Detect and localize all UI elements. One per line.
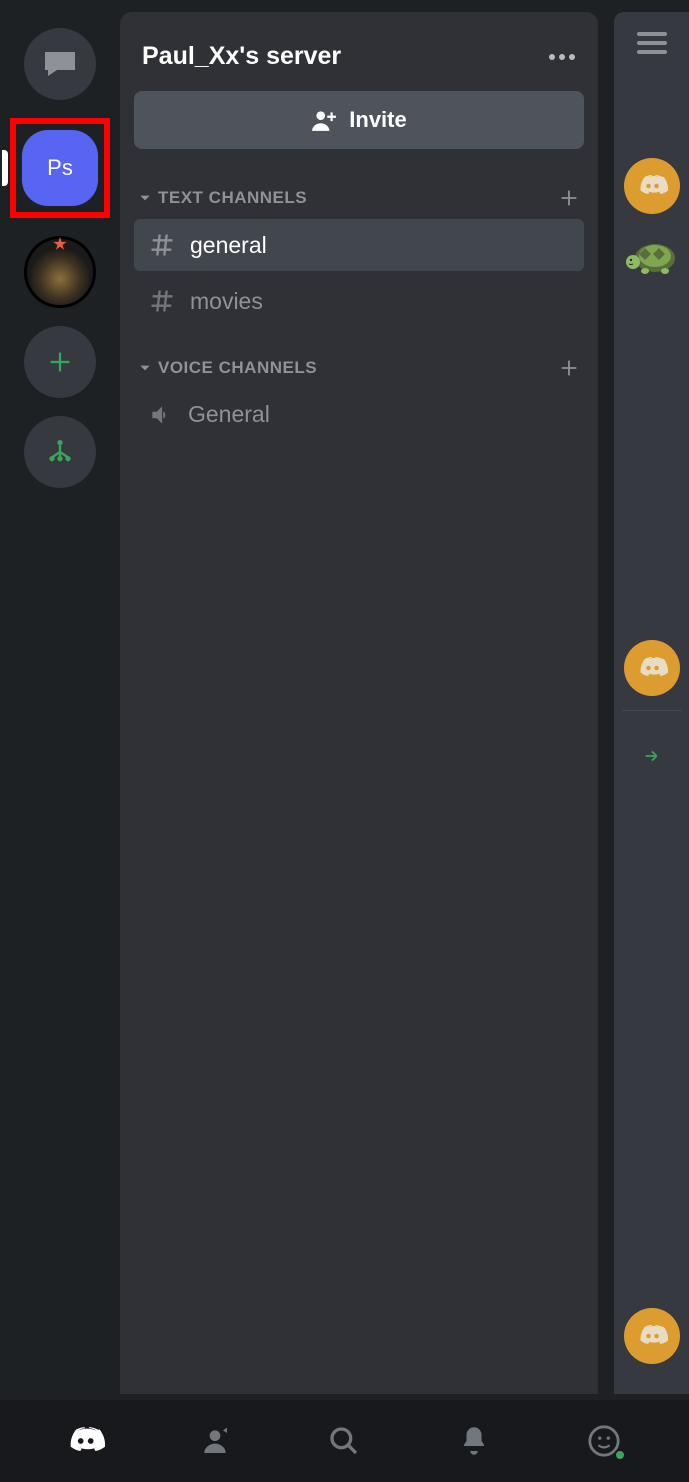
nav-profile[interactable] bbox=[584, 1421, 624, 1461]
status-online-indicator bbox=[614, 1449, 626, 1461]
server-other-avatar bbox=[24, 236, 96, 308]
friend-wave-icon bbox=[199, 1425, 231, 1457]
member-list-panel bbox=[614, 12, 689, 1394]
more-horizontal-icon bbox=[548, 53, 576, 61]
voice-channels-category[interactable]: VOICE CHANNELS bbox=[134, 351, 584, 385]
nav-search[interactable] bbox=[324, 1421, 364, 1461]
direct-messages-button[interactable] bbox=[24, 28, 96, 100]
add-voice-channel-button[interactable] bbox=[558, 357, 580, 379]
plus-icon bbox=[46, 348, 74, 376]
text-channels-category[interactable]: TEXT CHANNELS bbox=[134, 181, 584, 215]
channel-name: General bbox=[188, 401, 270, 428]
explore-tree-icon bbox=[44, 436, 76, 468]
voice-channel-general[interactable]: General bbox=[134, 389, 584, 440]
add-server-button[interactable] bbox=[24, 326, 96, 398]
member-avatar[interactable] bbox=[624, 158, 680, 214]
server-ps-selected[interactable]: Ps bbox=[10, 118, 110, 218]
bell-icon bbox=[459, 1424, 489, 1458]
invite-button[interactable]: Invite bbox=[134, 91, 584, 149]
chat-bubble-icon bbox=[42, 49, 78, 79]
chevron-down-icon bbox=[138, 191, 152, 205]
hash-icon bbox=[148, 231, 176, 259]
member-list-toggle[interactable] bbox=[637, 32, 667, 54]
discord-logo-icon bbox=[636, 1324, 668, 1348]
discord-logo-icon bbox=[636, 174, 668, 198]
add-text-channel-button[interactable] bbox=[558, 187, 580, 209]
chevron-down-icon bbox=[138, 361, 152, 375]
nav-friends[interactable] bbox=[195, 1421, 235, 1461]
server-ps-avatar: Ps bbox=[22, 130, 98, 206]
arrow-right-icon[interactable] bbox=[641, 745, 663, 767]
nav-home[interactable] bbox=[65, 1421, 105, 1461]
server-more-button[interactable] bbox=[548, 53, 576, 61]
search-icon bbox=[328, 1425, 360, 1457]
server-other[interactable] bbox=[24, 236, 96, 308]
invite-person-icon bbox=[311, 109, 337, 131]
panel-header: Paul_Xx's server bbox=[134, 32, 584, 91]
server-title[interactable]: Paul_Xx's server bbox=[142, 42, 341, 71]
speaker-icon bbox=[148, 402, 174, 428]
bottom-nav bbox=[0, 1400, 689, 1482]
channel-name: movies bbox=[190, 288, 263, 315]
discord-logo-icon bbox=[65, 1426, 105, 1456]
channel-general[interactable]: general bbox=[134, 219, 584, 271]
divider bbox=[622, 710, 682, 711]
member-avatar[interactable] bbox=[624, 1308, 680, 1364]
nav-notifications[interactable] bbox=[454, 1421, 494, 1461]
discord-logo-icon bbox=[636, 656, 668, 680]
voice-channels-label: VOICE CHANNELS bbox=[158, 358, 317, 378]
channel-name: general bbox=[190, 232, 267, 259]
text-channels-label: TEXT CHANNELS bbox=[158, 188, 307, 208]
server-list: Ps bbox=[0, 0, 120, 1400]
channel-panel: Paul_Xx's server Invite TEXT CHANNELS bbox=[120, 12, 598, 1394]
discover-servers-button[interactable] bbox=[24, 416, 96, 488]
member-avatar[interactable] bbox=[624, 228, 680, 284]
server-ps-label: Ps bbox=[47, 155, 73, 181]
channel-movies[interactable]: movies bbox=[134, 275, 584, 327]
turtle-icon bbox=[625, 236, 679, 276]
member-avatar[interactable] bbox=[624, 640, 680, 696]
invite-button-label: Invite bbox=[349, 107, 406, 133]
hash-icon bbox=[148, 287, 176, 315]
